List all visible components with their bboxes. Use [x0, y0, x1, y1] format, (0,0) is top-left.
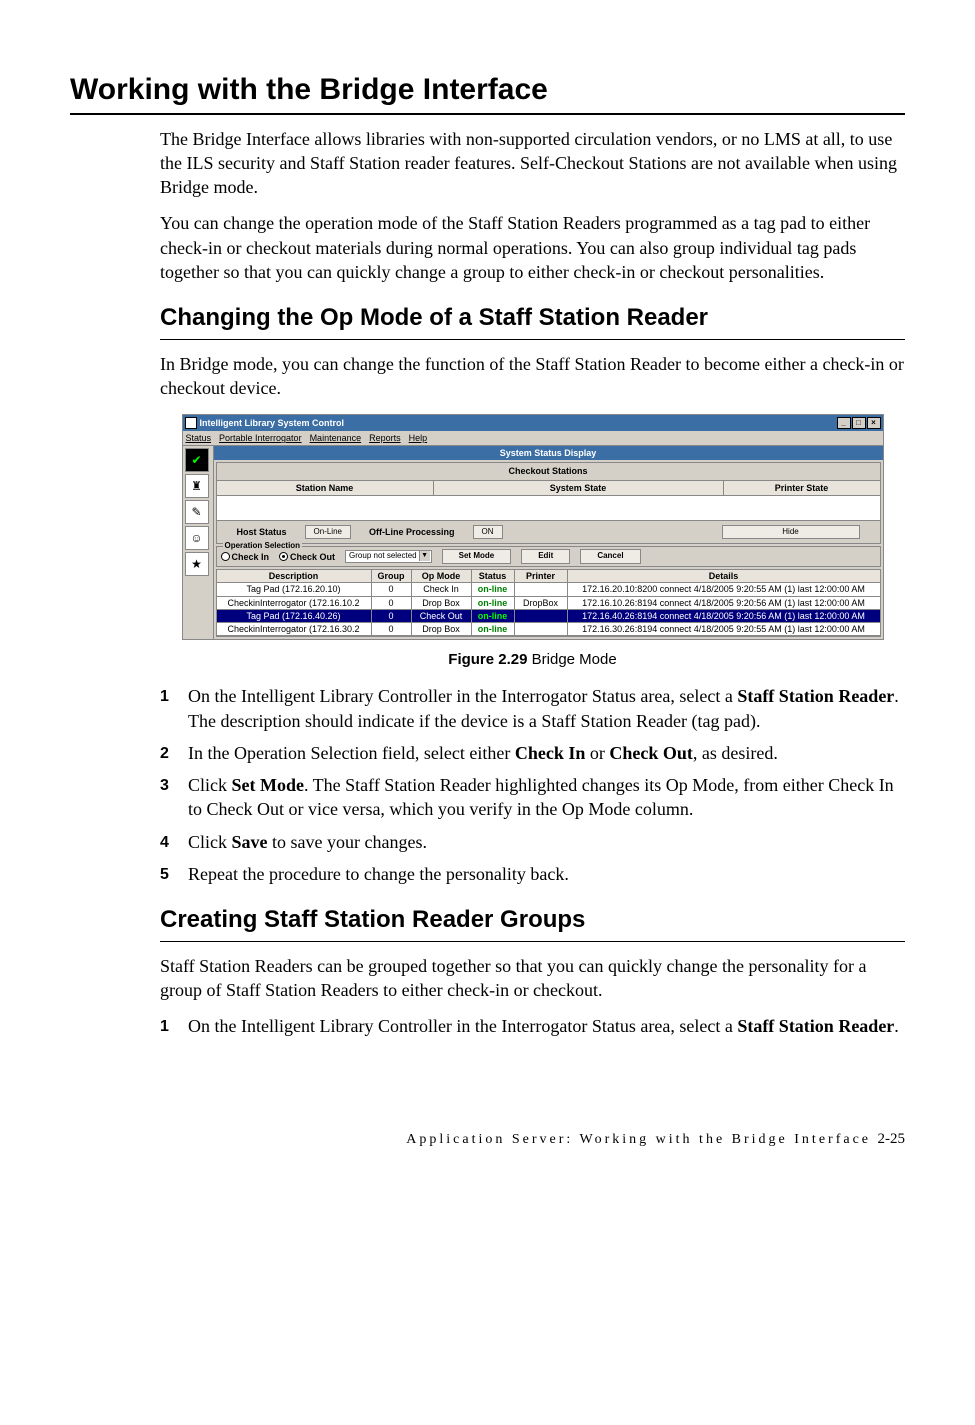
menu-reports[interactable]: Reports: [369, 432, 401, 444]
window-titlebar: Intelligent Library System Control _ □ ×: [183, 415, 883, 431]
step-text: In the Operation Selection field, select…: [188, 741, 905, 765]
group-combo[interactable]: Group not selected: [345, 550, 432, 563]
offline-processing-value: ON: [473, 525, 503, 540]
step-number: 4: [160, 830, 188, 854]
step-text: Click Set Mode. The Staff Station Reader…: [188, 773, 905, 822]
section-heading-opmode: Changing the Op Mode of a Staff Station …: [160, 302, 905, 339]
table-row[interactable]: CheckinInterrogator (172.16.10.2 0 Drop …: [217, 597, 880, 610]
app-icon: [185, 417, 197, 429]
step-number: 1: [160, 684, 188, 733]
intro-para-1: The Bridge Interface allows libraries wi…: [160, 127, 905, 200]
set-mode-button[interactable]: Set Mode: [442, 549, 512, 564]
screenshot-window: Intelligent Library System Control _ □ ×…: [182, 414, 884, 640]
page-footer: Application Server: Working with the Bri…: [70, 1129, 905, 1150]
operation-selection-group: Operation Selection Check In Check Out G…: [216, 546, 881, 567]
col-printer-state: Printer State: [724, 481, 880, 495]
intro-para-2: You can change the operation mode of the…: [160, 211, 905, 284]
th-status: Status: [472, 570, 515, 582]
section-heading-groups: Creating Staff Station Reader Groups: [160, 904, 905, 941]
sidebar: ✔ ♜ ✎ ☺ ★: [183, 446, 214, 639]
cancel-button[interactable]: Cancel: [580, 549, 640, 564]
edit-button[interactable]: Edit: [521, 549, 570, 564]
menu-status[interactable]: Status: [186, 432, 212, 444]
interrogator-table: Description Group Op Mode Status Printer…: [216, 569, 881, 637]
th-printer: Printer: [515, 570, 568, 582]
maximize-icon[interactable]: □: [852, 417, 866, 429]
section-intro-opmode: In Bridge mode, you can change the funct…: [160, 352, 905, 401]
stations-empty-list: [217, 496, 880, 521]
sidebar-icon-5[interactable]: ★: [185, 552, 209, 576]
menu-maintenance[interactable]: Maintenance: [310, 432, 362, 444]
steps-groups: 1 On the Intelligent Library Controller …: [160, 1014, 905, 1038]
page-title: Working with the Bridge Interface: [70, 70, 905, 115]
step-number: 5: [160, 862, 188, 886]
col-station-name: Station Name: [217, 481, 434, 495]
step-text: Click Save to save your changes.: [188, 830, 905, 854]
step-number: 2: [160, 741, 188, 765]
step-text: On the Intelligent Library Controller in…: [188, 684, 905, 733]
host-status-label: Host Status: [237, 526, 287, 538]
step-text: Repeat the procedure to change the perso…: [188, 862, 905, 886]
host-status-value: On-Line: [305, 525, 351, 540]
radio-check-out[interactable]: Check Out: [279, 551, 335, 563]
step-text: On the Intelligent Library Controller in…: [188, 1014, 905, 1038]
section-intro-groups: Staff Station Readers can be grouped tog…: [160, 954, 905, 1003]
menu-portable[interactable]: Portable Interrogator: [219, 432, 302, 444]
system-status-title: System Status Display: [214, 446, 883, 460]
th-details: Details: [568, 570, 880, 582]
th-opmode: Op Mode: [412, 570, 472, 582]
radio-check-in[interactable]: Check In: [221, 551, 270, 563]
sidebar-icon-2[interactable]: ♜: [185, 474, 209, 498]
steps-opmode: 1 On the Intelligent Library Controller …: [160, 684, 905, 886]
figure-bridge-mode: Intelligent Library System Control _ □ ×…: [160, 414, 905, 640]
window-title: Intelligent Library System Control: [200, 417, 345, 429]
th-group: Group: [372, 570, 412, 582]
table-row-selected[interactable]: Tag Pad (172.16.40.26) 0 Check Out on-li…: [217, 610, 880, 623]
checkout-stations-title: Checkout Stations: [217, 463, 880, 479]
th-description: Description: [217, 570, 372, 582]
menubar: Status Portable Interrogator Maintenance…: [183, 431, 883, 446]
step-number: 3: [160, 773, 188, 822]
figure-caption: Figure 2.29 Bridge Mode: [160, 650, 905, 670]
sidebar-icon-3[interactable]: ✎: [185, 500, 209, 524]
col-system-state: System State: [434, 481, 724, 495]
step-number: 1: [160, 1014, 188, 1038]
sidebar-icon-1[interactable]: ✔: [185, 448, 209, 472]
table-row[interactable]: Tag Pad (172.16.20.10) 0 Check In on-lin…: [217, 583, 880, 596]
hide-button[interactable]: Hide: [722, 525, 860, 540]
sidebar-icon-4[interactable]: ☺: [185, 526, 209, 550]
close-icon[interactable]: ×: [867, 417, 881, 429]
operation-selection-legend: Operation Selection: [223, 541, 303, 552]
minimize-icon[interactable]: _: [837, 417, 851, 429]
menu-help[interactable]: Help: [409, 432, 428, 444]
offline-processing-label: Off-Line Processing: [369, 526, 455, 538]
table-row[interactable]: CheckinInterrogator (172.16.30.2 0 Drop …: [217, 623, 880, 636]
